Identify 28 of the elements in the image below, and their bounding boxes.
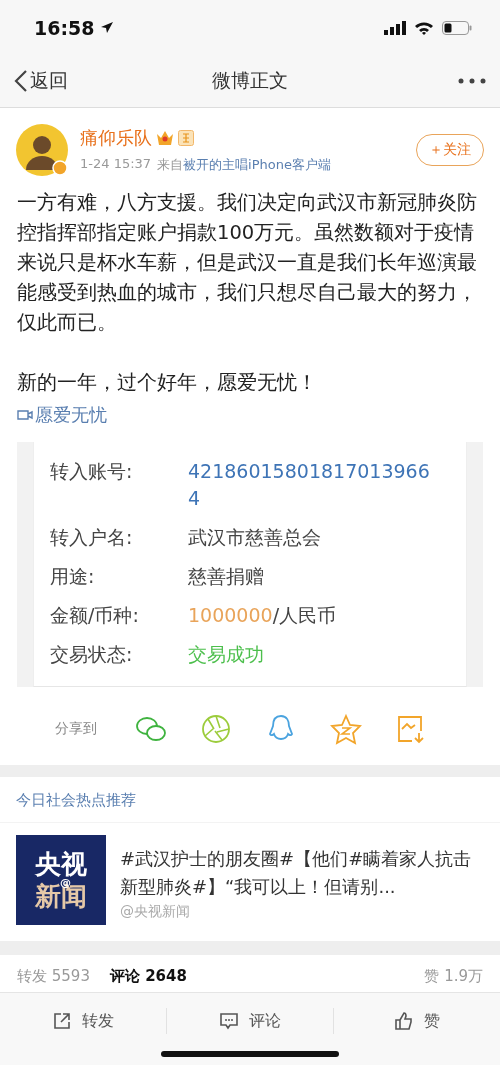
topic-link[interactable]: 愿爱无忧 <box>17 400 483 430</box>
receipt-image[interactable]: 转入账号: 421860158018170139664 转入户名: 武汉市慈善总会 用途: 慈善捐赠 金额/币种: 1000000/人民币 交易状态: 交易成功 <box>17 442 483 687</box>
action-button[interactable]: 评论 <box>167 1008 334 1034</box>
news-thumbnail[interactable]: 央视 新闻 @ <box>16 835 106 925</box>
account-number: 421860158018170139664 <box>188 459 431 511</box>
amount-value: 1000000/人民币 <box>188 603 337 628</box>
receipt-label: 转入账号: <box>50 459 134 484</box>
receipt-label: 金额/币种: <box>50 603 140 628</box>
post-time: 1-24 15:37 <box>80 156 152 173</box>
post-text: 一方有难，八方支援。我们决定向武汉市新冠肺炎防控指挥部指定账户捐款100万元。虽然数额对于疫情来说只是杯水车薪，但是武汉一直是我们长年巡演最能感受到热血的城市，我们只想尽自己最大的努力，仅此而已。 <box>17 190 478 336</box>
back-button[interactable]: 返回 <box>14 68 68 94</box>
news-headline[interactable]: #武汉护士的朋友圈#【他们#瞒着家人抗击新型肺炎#】“我可以上！但请别... <box>120 845 484 901</box>
post-source: 来自被开的主唱iPhone客户端 <box>157 156 331 174</box>
receipt-label: 交易状态: <box>50 642 134 667</box>
section-title: 今日社会热点推荐 <box>15 790 137 811</box>
news-source: @央视新闻 <box>120 903 191 921</box>
receipt-value: 慈善捐赠 <box>188 564 264 589</box>
page-title: 微博正文 <box>212 69 288 91</box>
receipt-label: 转入户名: <box>50 525 134 550</box>
clock: 16:58 <box>34 16 95 39</box>
receipt-value: 武汉市慈善总会 <box>188 525 321 550</box>
action-button[interactable]: 赞 <box>334 1008 500 1034</box>
share-label: 分享到 <box>55 720 98 738</box>
receipt-label: 用途: <box>50 564 96 589</box>
post-text: 新的一年，过个好年，愿爱无忧！ <box>17 370 318 396</box>
count-tab[interactable]: 评论 2648 <box>109 967 187 986</box>
status-value: 交易成功 <box>188 642 264 667</box>
action-button[interactable]: 转发 <box>0 1008 167 1034</box>
